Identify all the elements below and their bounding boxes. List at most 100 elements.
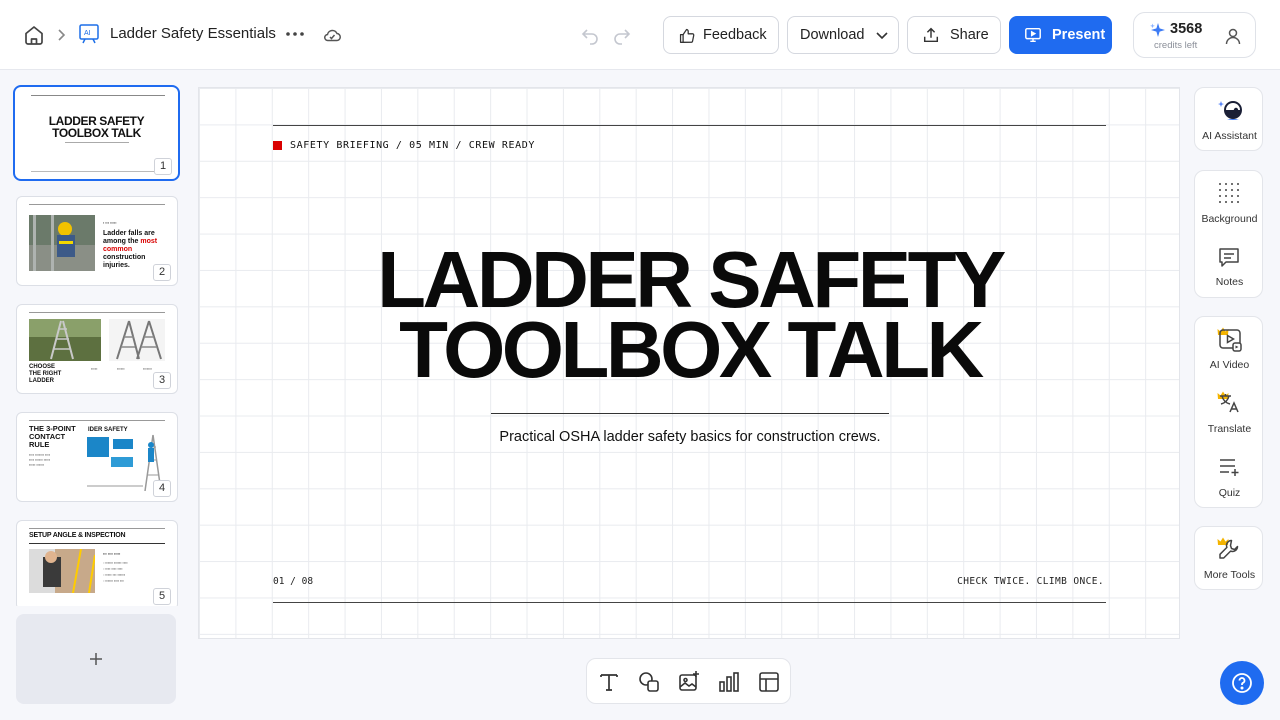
credits-label: credits left [1154, 40, 1198, 51]
ai-video-label: AI Video [1209, 359, 1250, 371]
bottom-rule [273, 602, 1106, 603]
kicker-text: SAFETY BRIEFING / 05 MIN / CREW READY [290, 140, 535, 151]
slide-number: 4 [153, 480, 171, 497]
background-tool[interactable]: Background [1195, 171, 1264, 235]
home-icon[interactable] [22, 23, 46, 47]
slide-number: 2 [153, 264, 171, 281]
presentation-doc-icon: AI [79, 24, 99, 44]
translate-icon [1220, 394, 1239, 413]
insert-toolbar [586, 658, 791, 704]
user-avatar-icon[interactable] [1218, 21, 1248, 51]
help-question-icon [1232, 673, 1252, 693]
thumb-rule [29, 543, 165, 544]
share-label: Share [950, 27, 989, 43]
quiz-tool[interactable]: Quiz [1195, 445, 1264, 509]
undo-icon[interactable] [580, 25, 600, 45]
svg-text:AI: AI [84, 30, 91, 37]
more-options-icon[interactable] [285, 26, 305, 42]
ai-assistant-tool[interactable]: AI Assistant [1195, 88, 1264, 152]
thumb-ladder-photo-2 [109, 319, 165, 361]
slide-title-line2[interactable]: TOOLBOX TALK [199, 310, 1179, 390]
ai-assistant-label: AI Assistant [1202, 130, 1257, 142]
ai-video-icon [1219, 329, 1242, 352]
subtitle-rule [491, 413, 889, 414]
thumb-title-line2: TOOLBOX TALK [52, 126, 141, 140]
notes-icon [1219, 248, 1239, 267]
more-tools-tool[interactable]: More Tools [1195, 527, 1264, 591]
thumb-rule [31, 95, 165, 96]
top-rule [273, 125, 1106, 126]
thumb-rule [31, 171, 165, 172]
present-screen-icon [1025, 27, 1041, 43]
notes-label: Notes [1215, 276, 1244, 288]
thumb-rule [29, 420, 165, 421]
thumb-rule [29, 528, 165, 529]
thumb-slide-title: THE 3-POINT CONTACT RULE [29, 424, 76, 449]
slide-subtitle[interactable]: Practical OSHA ladder safety basics for … [490, 427, 890, 447]
background-label: Background [1201, 213, 1258, 225]
feedback-button[interactable]: Feedback [663, 16, 779, 54]
shapes-tool-icon[interactable] [637, 670, 661, 694]
slide-thumbnail-5[interactable]: SETUP ANGLE & INSPECTION ▪▪▪ ▪▪▪▪ ▪▪▪▪▪ … [16, 520, 178, 606]
thumb-rule [29, 204, 165, 205]
thumb-worker-photo [29, 215, 95, 271]
feedback-label: Feedback [703, 27, 767, 43]
slide-canvas[interactable]: SAFETY BRIEFING / 05 MIN / CREW READY LA… [198, 87, 1180, 639]
share-button[interactable]: Share [907, 16, 1001, 54]
quiz-list-icon [1220, 459, 1239, 476]
thumbs-up-icon [679, 28, 695, 43]
slide-page-indicator[interactable]: 01 / 08 [273, 576, 313, 587]
slide-thumbnail-list: LADDER SAFETY TOOLBOX TALK 1 ▪ ▪▪▪ ▪▪▪▪▪… [0, 71, 192, 606]
add-slide-button[interactable] [16, 614, 176, 704]
download-label: Download [800, 27, 865, 43]
present-button[interactable]: Present [1009, 16, 1112, 54]
thumb-section-label: ▪▪▪ ▪▪▪▪ ▪▪▪▪▪ [103, 552, 121, 556]
ai-video-tool[interactable]: AI Video [1195, 317, 1264, 381]
background-grid-icon [1219, 183, 1239, 203]
present-label: Present [1052, 27, 1106, 43]
slide-thumbnail-2[interactable]: ▪ ▪▪▪ ▪▪▪▪▪ Ladder falls are among the m… [16, 196, 178, 286]
image-tool-icon[interactable] [677, 670, 701, 694]
thumb-slide-title: SETUP ANGLE & INSPECTION [29, 532, 126, 539]
slide-number: 1 [154, 158, 172, 175]
translate-tool[interactable]: Translate [1195, 381, 1264, 445]
top-bar: AI Ladder Safety Essentials Feedback Dow… [0, 0, 1280, 70]
thumb-col-label: ▪▪▪▪▪▪▪ [143, 367, 152, 371]
redo-icon[interactable] [612, 25, 632, 45]
document-title[interactable]: Ladder Safety Essentials [110, 25, 276, 42]
ai-assistant-icon [1218, 101, 1242, 120]
slide-thumbnail-3[interactable]: CHOOSE THE RIGHT LADDER ▪▪▪▪▪ ▪▪▪▪▪▪ ▪▪▪… [16, 304, 178, 394]
svg-text:IDER SAFETY: IDER SAFETY [88, 427, 128, 433]
credits-widget[interactable]: 3568 credits left [1133, 12, 1256, 58]
credits-count: 3568 [1170, 21, 1203, 37]
chart-tool-icon[interactable] [717, 670, 741, 694]
quiz-label: Quiz [1218, 487, 1241, 499]
slide-number: 3 [153, 372, 171, 389]
slide-kicker[interactable]: SAFETY BRIEFING / 05 MIN / CREW READY [273, 140, 535, 151]
table-tool-icon[interactable] [757, 670, 781, 694]
notes-tool[interactable]: Notes [1195, 235, 1264, 299]
translate-label: Translate [1207, 423, 1252, 435]
premium-tools-panel: AI Video Translate Quiz [1194, 316, 1263, 508]
chevron-right-icon [58, 29, 66, 41]
slide-thumbnail-4[interactable]: THE 3-POINT CONTACT RULE IDER SAFETY ▪▪▪… [16, 412, 178, 502]
text-tool-icon[interactable] [597, 670, 621, 694]
sparkle-icon [1150, 23, 1165, 37]
slide-thumbnail-1[interactable]: LADDER SAFETY TOOLBOX TALK 1 [13, 85, 180, 181]
thumb-ladder-photo-1 [29, 319, 101, 361]
thumb-checklist: ▫ ▪▪▪▪▪▪ ▪▪▪▪▪▪ ▪▪▪▪ ▫ ▪▪▪▪ ▪▪▪▪ ▪▪▪▪ ▫ ▪▪… [103, 561, 128, 583]
thumb-kicker-line: ▪ ▪▪▪ ▪▪▪▪▪ [103, 221, 117, 225]
wrench-icon [1219, 539, 1239, 559]
slide-footer-tagline[interactable]: CHECK TWICE. CLIMB ONCE. [957, 576, 1104, 587]
red-square-marker [273, 141, 282, 150]
cloud-sync-icon[interactable] [322, 25, 342, 45]
thumb-col-label: ▪▪▪▪▪▪ [117, 367, 125, 371]
slide-number: 5 [153, 588, 171, 605]
thumb-inspection-photo [29, 549, 95, 593]
plus-icon [90, 653, 102, 665]
chevron-down-icon [875, 32, 888, 40]
download-button[interactable]: Download [787, 16, 899, 54]
help-button[interactable] [1220, 661, 1264, 705]
thumb-rule [29, 312, 165, 313]
ai-assistant-panel: AI Assistant [1194, 87, 1263, 151]
